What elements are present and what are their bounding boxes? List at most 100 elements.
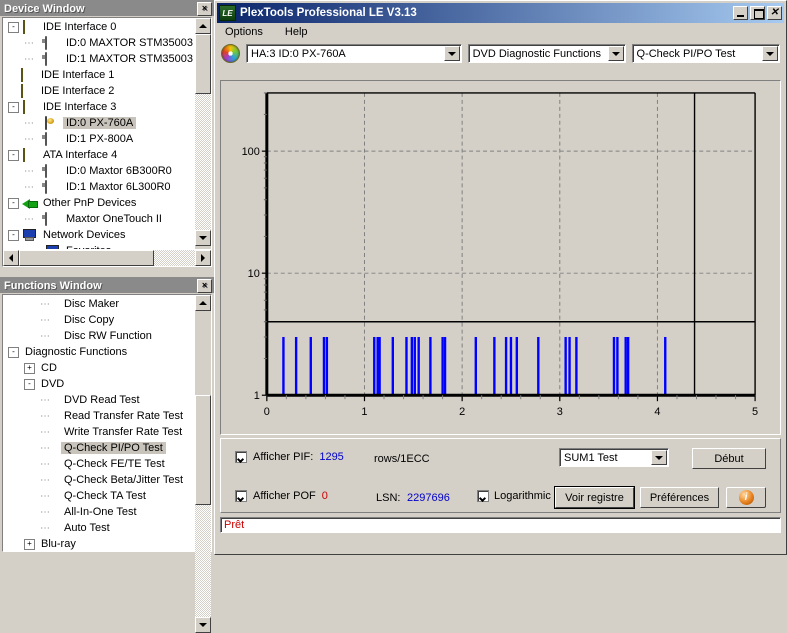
maximize-button[interactable] (750, 6, 765, 20)
tree-item[interactable]: ⋯ Write Transfer Rate Test (4, 424, 194, 440)
tree-item[interactable]: + CD (4, 360, 194, 376)
tree-item-label: DVD Read Test (64, 394, 140, 406)
tree-toggle-collapse-icon[interactable]: - (8, 149, 19, 161)
tree-item[interactable]: ⋯ Read Transfer Rate Test (4, 408, 194, 424)
hscroll-track[interactable] (19, 250, 195, 266)
logarithmic-checkbox[interactable] (477, 490, 489, 502)
tree-item[interactable]: ⋯ Favorites (4, 243, 194, 249)
test-select[interactable]: Q-Check PI/PO Test (631, 44, 780, 63)
tree-item[interactable]: ⋯ ID:0 MAXTOR STM35003 (4, 35, 194, 51)
tree-item[interactable]: ⋯ Disc RW Function (4, 328, 194, 344)
tree-item[interactable]: ⋯ Q-Check TA Test (4, 488, 194, 504)
fn-scroll-thumb[interactable] (195, 395, 211, 505)
hscroll-thumb[interactable] (19, 250, 154, 266)
tree-item-label: Maxtor OneTouch II (66, 213, 162, 225)
tree-item[interactable]: - Other PnP Devices (4, 195, 194, 211)
view-log-button[interactable]: Voir registre (554, 486, 635, 509)
info-button[interactable]: i (726, 487, 766, 508)
tree-item[interactable]: IDE Interface 1 (4, 67, 194, 83)
tree-item-label: Q-Check Beta/Jitter Test (64, 474, 184, 486)
tree-item[interactable]: ⋯ Auto Test (4, 520, 194, 536)
menu-item-options[interactable]: Options (221, 25, 267, 39)
menu-item-help[interactable]: Help (281, 25, 312, 39)
close-button[interactable]: ✕ (767, 6, 782, 20)
tree-item[interactable]: - Network Devices (4, 227, 194, 243)
scroll-up-button[interactable] (195, 18, 211, 34)
control-panel: Afficher PIF: 1295 rows/1ECC Afficher PO… (220, 438, 781, 513)
tree-item[interactable]: ⋯ Q-Check PI/PO Test (4, 440, 194, 456)
tree-item[interactable]: ⋯ Disc Copy (4, 312, 194, 328)
device-tree-container: - IDE Interface 0 ⋯ ID:0 MAXTOR STM35003 ⋯ ID… (2, 17, 212, 267)
tree-item[interactable]: ⋯ ID:0 PX-760A (4, 115, 194, 131)
tree-item[interactable]: - DVD (4, 376, 194, 392)
tree-item-label: Disc RW Function (64, 330, 152, 342)
functions-window-close-icon[interactable]: × (197, 278, 212, 293)
tree-line: ⋯ (24, 53, 34, 65)
functions-tree-vscrollbar[interactable] (195, 295, 211, 633)
start-button[interactable]: Début (692, 448, 766, 469)
tree-line: ⋯ (40, 442, 50, 454)
device-window-panel: Device Window × - IDE Interface 0 ⋯ ID:0 MA… (0, 0, 214, 272)
fn-scroll-down-button[interactable] (195, 617, 211, 633)
tree-line: ⋯ (24, 181, 34, 193)
device-tree[interactable]: - IDE Interface 0 ⋯ ID:0 MAXTOR STM35003 ⋯ ID… (4, 19, 194, 249)
tree-toggle-collapse-icon[interactable]: - (8, 346, 19, 358)
tree-item[interactable]: IDE Interface 2 (4, 83, 194, 99)
tree-item[interactable]: ⋯ Q-Check FE/TE Test (4, 456, 194, 472)
tree-item[interactable]: ⋯ DVD Read Test (4, 392, 194, 408)
device-tree-hscrollbar[interactable] (3, 250, 211, 266)
function-group-select[interactable]: DVD Diagnostic Functions (467, 44, 626, 63)
scroll-thumb[interactable] (195, 34, 211, 94)
sum-test-select[interactable]: SUM1 Test (559, 448, 669, 467)
tree-line: ⋯ (24, 213, 34, 225)
tree-toggle-collapse-icon[interactable]: - (8, 101, 19, 113)
tree-toggle-collapse-icon[interactable]: - (8, 21, 19, 33)
tree-item-label: Write Transfer Rate Test (64, 426, 183, 438)
show-pif-checkbox[interactable] (235, 451, 247, 463)
scroll-down-button[interactable] (195, 230, 211, 246)
tree-item[interactable]: - IDE Interface 0 (4, 19, 194, 35)
device-window-close-icon[interactable]: × (197, 1, 212, 16)
fn-scroll-track[interactable] (195, 395, 211, 617)
scroll-left-button[interactable] (3, 250, 19, 266)
plextools-application: Device Window × - IDE Interface 0 ⋯ ID:0 MA… (0, 0, 787, 633)
tree-item[interactable]: ⋯ Disc Maker (4, 296, 194, 312)
tree-toggle-collapse-icon[interactable]: - (8, 197, 19, 209)
status-bar: Prêt (220, 517, 781, 533)
pi-po-chart[interactable]: 1101000 1 2 3 4 5 (221, 81, 780, 434)
ide-card-icon (20, 68, 36, 82)
tree-toggle-expand-icon[interactable]: + (24, 362, 35, 374)
functions-window-titlebar: Functions Window × (0, 277, 214, 293)
drive-select[interactable]: HA:3 ID:0 PX-760A (246, 44, 462, 63)
functions-tree-container: ⋯ Disc Maker ⋯ Disc Copy ⋯ Disc RW Function - D… (2, 294, 212, 633)
device-tree-vscrollbar[interactable] (195, 18, 211, 249)
tree-item[interactable]: ⋯ ID:1 MAXTOR STM35003 (4, 51, 194, 67)
sum-test-select-value: SUM1 Test (564, 451, 618, 464)
logarithmic-row: Logarithmic (477, 490, 551, 502)
functions-tree[interactable]: ⋯ Disc Maker ⋯ Disc Copy ⋯ Disc RW Function - D… (4, 296, 194, 551)
preferences-button[interactable]: Préférences (640, 487, 719, 508)
function-group-chevron-down-icon[interactable] (607, 46, 624, 61)
tree-item[interactable]: ⋯ ID:1 Maxtor 6L300R0 (4, 179, 194, 195)
tree-item[interactable]: ⋯ All-In-One Test (4, 504, 194, 520)
drive-select-chevron-down-icon[interactable] (443, 46, 460, 61)
tree-item[interactable]: - ATA Interface 4 (4, 147, 194, 163)
tree-toggle-collapse-icon[interactable]: - (8, 229, 19, 241)
scroll-track[interactable] (195, 34, 211, 230)
show-pof-checkbox[interactable] (235, 490, 247, 502)
tree-toggle-expand-icon[interactable]: + (24, 538, 35, 550)
tree-item[interactable]: + Blu-ray (4, 536, 194, 551)
tree-item[interactable]: ⋯ Maxtor OneTouch II (4, 211, 194, 227)
test-select-chevron-down-icon[interactable] (762, 46, 778, 61)
scroll-right-button[interactable] (195, 250, 211, 266)
minimize-button[interactable] (733, 6, 748, 20)
tree-item[interactable]: - IDE Interface 3 (4, 99, 194, 115)
fn-scroll-up-button[interactable] (195, 295, 211, 311)
tree-item[interactable]: ⋯ Q-Check Beta/Jitter Test (4, 472, 194, 488)
sum-test-chevron-down-icon[interactable] (651, 450, 667, 465)
tree-item[interactable]: ⋯ ID:1 PX-800A (4, 131, 194, 147)
tree-item[interactable]: - Diagnostic Functions (4, 344, 194, 360)
tree-item[interactable]: ⋯ ID:0 Maxtor 6B300R0 (4, 163, 194, 179)
tree-line: ⋯ (40, 314, 50, 326)
tree-toggle-collapse-icon[interactable]: - (24, 378, 35, 390)
